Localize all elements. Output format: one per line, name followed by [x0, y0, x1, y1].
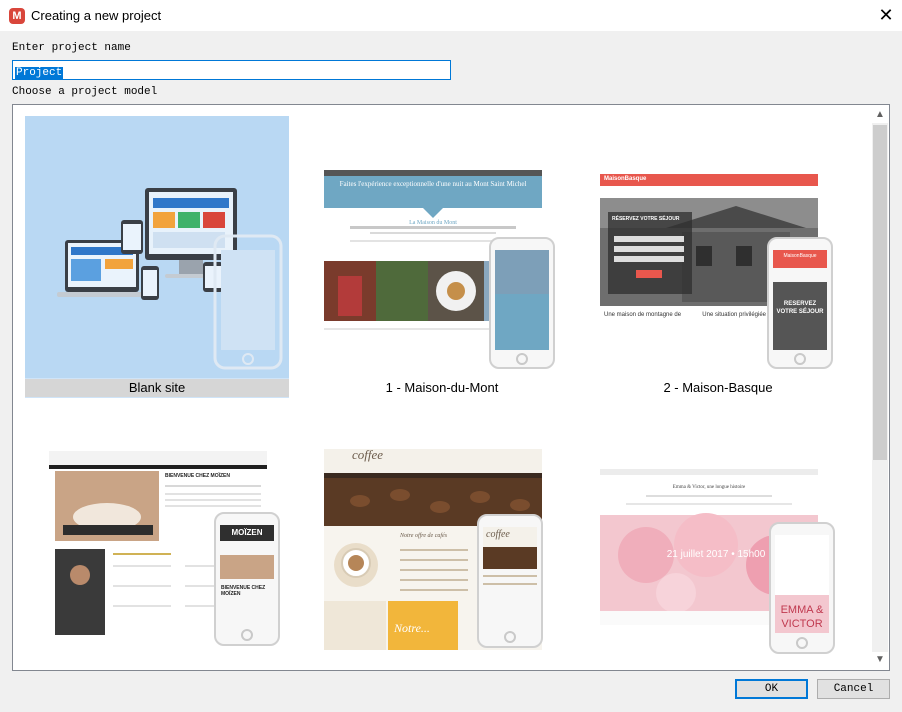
- app-logo-icon: M: [9, 8, 25, 24]
- model-label: Blank site: [25, 379, 289, 397]
- model-card-moizen[interactable]: BIENVENUE CHEZ MOÏZEN MOÏZEN BIENVENUE C…: [35, 425, 299, 663]
- cancel-button[interactable]: Cancel: [817, 679, 890, 699]
- coffee-mobile-logo: coffee: [486, 529, 510, 540]
- window-title: Creating a new project: [31, 8, 162, 23]
- coffee-menu-title: Notre offre de cafés: [400, 533, 448, 539]
- mont-headline: Faites l'expérience exceptionnelle d'une…: [339, 180, 527, 188]
- scroll-up-icon[interactable]: ▲: [872, 107, 888, 123]
- project-name-label: Enter project name: [12, 42, 131, 54]
- project-name-value: Project: [15, 67, 64, 79]
- basque-banner: RÉSERVEZ VOTRE SÉJOUR: [612, 216, 680, 222]
- model-thumbnail: BIENVENUE CHEZ MOÏZEN MOÏZEN BIENVENUE C…: [35, 425, 299, 663]
- model-thumbnail: MaisonBasque RÉSERVEZ VOTRE SÉJOUR Maiso…: [586, 116, 850, 378]
- model-gallery: Blank site Faites l'expérience exception…: [12, 104, 890, 671]
- moizen-mobile-title: BIENVENUE CHEZ MOÏZEN: [221, 585, 266, 597]
- emma-names-line-2: VICTOR: [781, 618, 823, 630]
- model-card-maison-du-mont[interactable]: Faites l'expérience exceptionnelle d'une…: [310, 116, 574, 398]
- model-thumbnail: coffee Notre offre de cafés Notre... cof…: [310, 425, 574, 663]
- project-model-label: Choose a project model: [12, 86, 158, 98]
- project-name-input[interactable]: Project: [12, 60, 451, 80]
- emma-names-line-1: EMMA &: [780, 604, 824, 616]
- coffee-banner: Notre...: [394, 621, 430, 635]
- basque-logo: MaisonBasque: [604, 176, 647, 182]
- basque-caption-right: Une situation privilégiée: [702, 312, 766, 318]
- model-card-blank-site[interactable]: Blank site: [25, 116, 289, 398]
- model-label: 2 - Maison-Basque: [663, 380, 773, 395]
- basque-mobile-banner: RESERVEZ VOTRE SÉJOUR: [776, 301, 824, 315]
- coffee-logo: coffee: [352, 447, 384, 462]
- model-thumbnail: [25, 116, 289, 378]
- title-bar: M Creating a new project ✕: [0, 0, 902, 31]
- scrollbar-thumb[interactable]: [873, 125, 887, 460]
- mont-title: La Maison du Mont: [409, 220, 457, 226]
- ok-button[interactable]: OK: [735, 679, 808, 699]
- model-card-emma-victor[interactable]: Emma & Victor, une longue histoire 21 ju…: [586, 425, 850, 663]
- model-card-coffee[interactable]: coffee Notre offre de cafés Notre... cof…: [310, 425, 574, 663]
- emma-heading: Emma & Victor, une longue histoire: [672, 485, 746, 490]
- model-label: 1 - Maison-du-Mont: [385, 380, 499, 395]
- basque-mobile-logo: MaisonBasque: [783, 253, 817, 259]
- model-thumbnail: Emma & Victor, une longue histoire 21 ju…: [586, 425, 850, 663]
- model-card-maison-basque[interactable]: MaisonBasque RÉSERVEZ VOTRE SÉJOUR Maiso…: [586, 116, 850, 398]
- close-icon[interactable]: ✕: [870, 0, 902, 31]
- scroll-down-icon[interactable]: ▼: [872, 652, 888, 668]
- moizen-logo: MOÏZEN: [231, 528, 263, 537]
- moizen-title: BIENVENUE CHEZ MOÏZEN: [165, 473, 231, 479]
- emma-date: 21 juillet 2017 • 15h00: [666, 549, 766, 560]
- model-thumbnail: Faites l'expérience exceptionnelle d'une…: [310, 116, 574, 378]
